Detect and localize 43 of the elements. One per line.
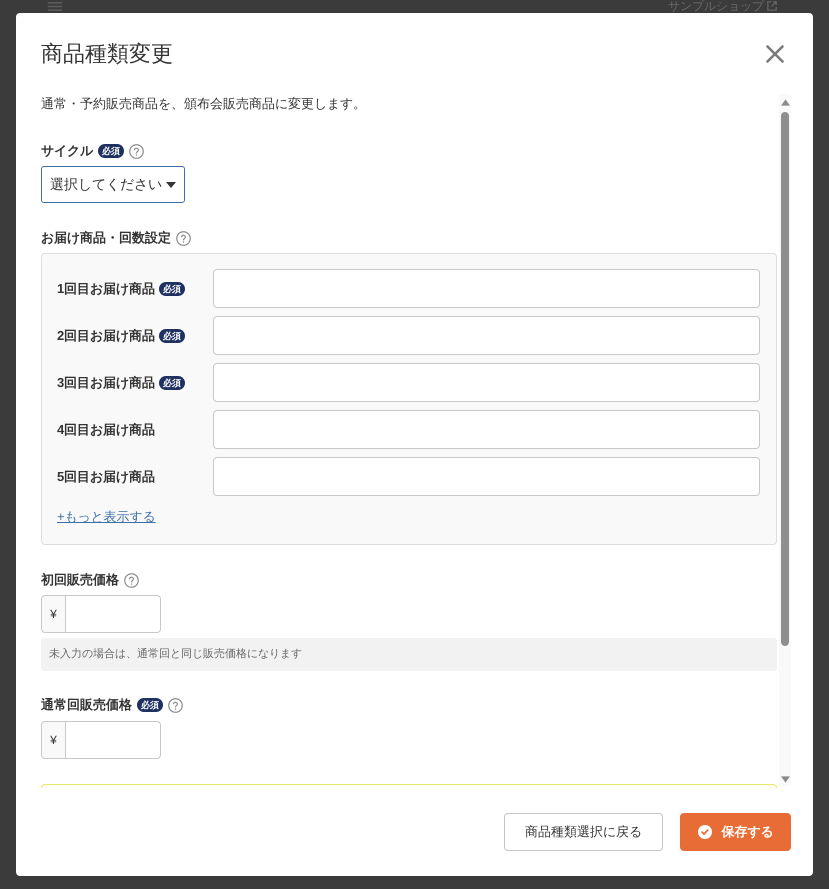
delivery-item-field[interactable]: [213, 269, 760, 308]
delivery-item-label: 2回目お届け商品: [57, 326, 156, 345]
required-badge: 必須: [159, 376, 186, 390]
help-icon[interactable]: [124, 572, 139, 588]
required-badge: 必須: [98, 144, 124, 158]
delivery-item-field[interactable]: [213, 410, 760, 449]
delivery-item-label: 1回目お届け商品: [57, 280, 156, 298]
scroll-up-icon[interactable]: [780, 99, 790, 106]
scroll-down-icon[interactable]: [780, 776, 790, 783]
scrollbar-thumb[interactable]: [781, 112, 789, 646]
dialog-title: 商品種類変更: [41, 40, 173, 68]
currency-addon: ¥: [41, 595, 66, 633]
required-badge: 必須: [159, 282, 186, 296]
field-label: お届け商品・回数設定: [41, 229, 171, 247]
save-button[interactable]: 保存する: [680, 813, 791, 851]
cycle-select[interactable]: 選択してください: [41, 166, 185, 203]
close-icon: [766, 44, 784, 62]
delivery-item-label: 5回目お届け商品: [57, 468, 156, 486]
delivery-item-field[interactable]: [213, 363, 760, 402]
help-icon[interactable]: [176, 230, 191, 246]
back-button[interactable]: 商品種類選択に戻る: [504, 813, 663, 851]
field-label: 通常回販売価格: [41, 696, 132, 714]
close-button[interactable]: [765, 44, 785, 64]
external-link-icon: [767, 1, 777, 11]
required-badge: 必須: [159, 328, 186, 342]
price-input-field[interactable]: [66, 721, 161, 759]
dialog-description: 通常・予約販売商品を、頒布会販売商品に変更します。: [41, 95, 367, 113]
help-icon[interactable]: [168, 698, 183, 712]
price-note: 未入力の場合は、通常回と同じ販売価格になります: [41, 638, 777, 671]
help-icon[interactable]: [129, 144, 144, 158]
delivery-item-label: 4回目お届け商品: [57, 420, 156, 439]
delivery-item-field[interactable]: [213, 316, 760, 355]
check-circle-icon: [698, 825, 712, 839]
delivery-item-label: 3回目お届け商品: [57, 374, 156, 392]
required-badge: 必須: [137, 698, 163, 712]
currency-addon: ¥: [41, 721, 66, 759]
field-label: 初回販売価格: [41, 571, 119, 589]
show-more-link[interactable]: +もっと表示する: [57, 507, 156, 527]
price-input-field[interactable]: [66, 595, 161, 633]
menu-icon[interactable]: [47, 2, 63, 11]
delivery-item-field[interactable]: [213, 457, 760, 496]
field-label: サイクル: [41, 142, 93, 160]
caret-down-icon: [166, 182, 176, 188]
